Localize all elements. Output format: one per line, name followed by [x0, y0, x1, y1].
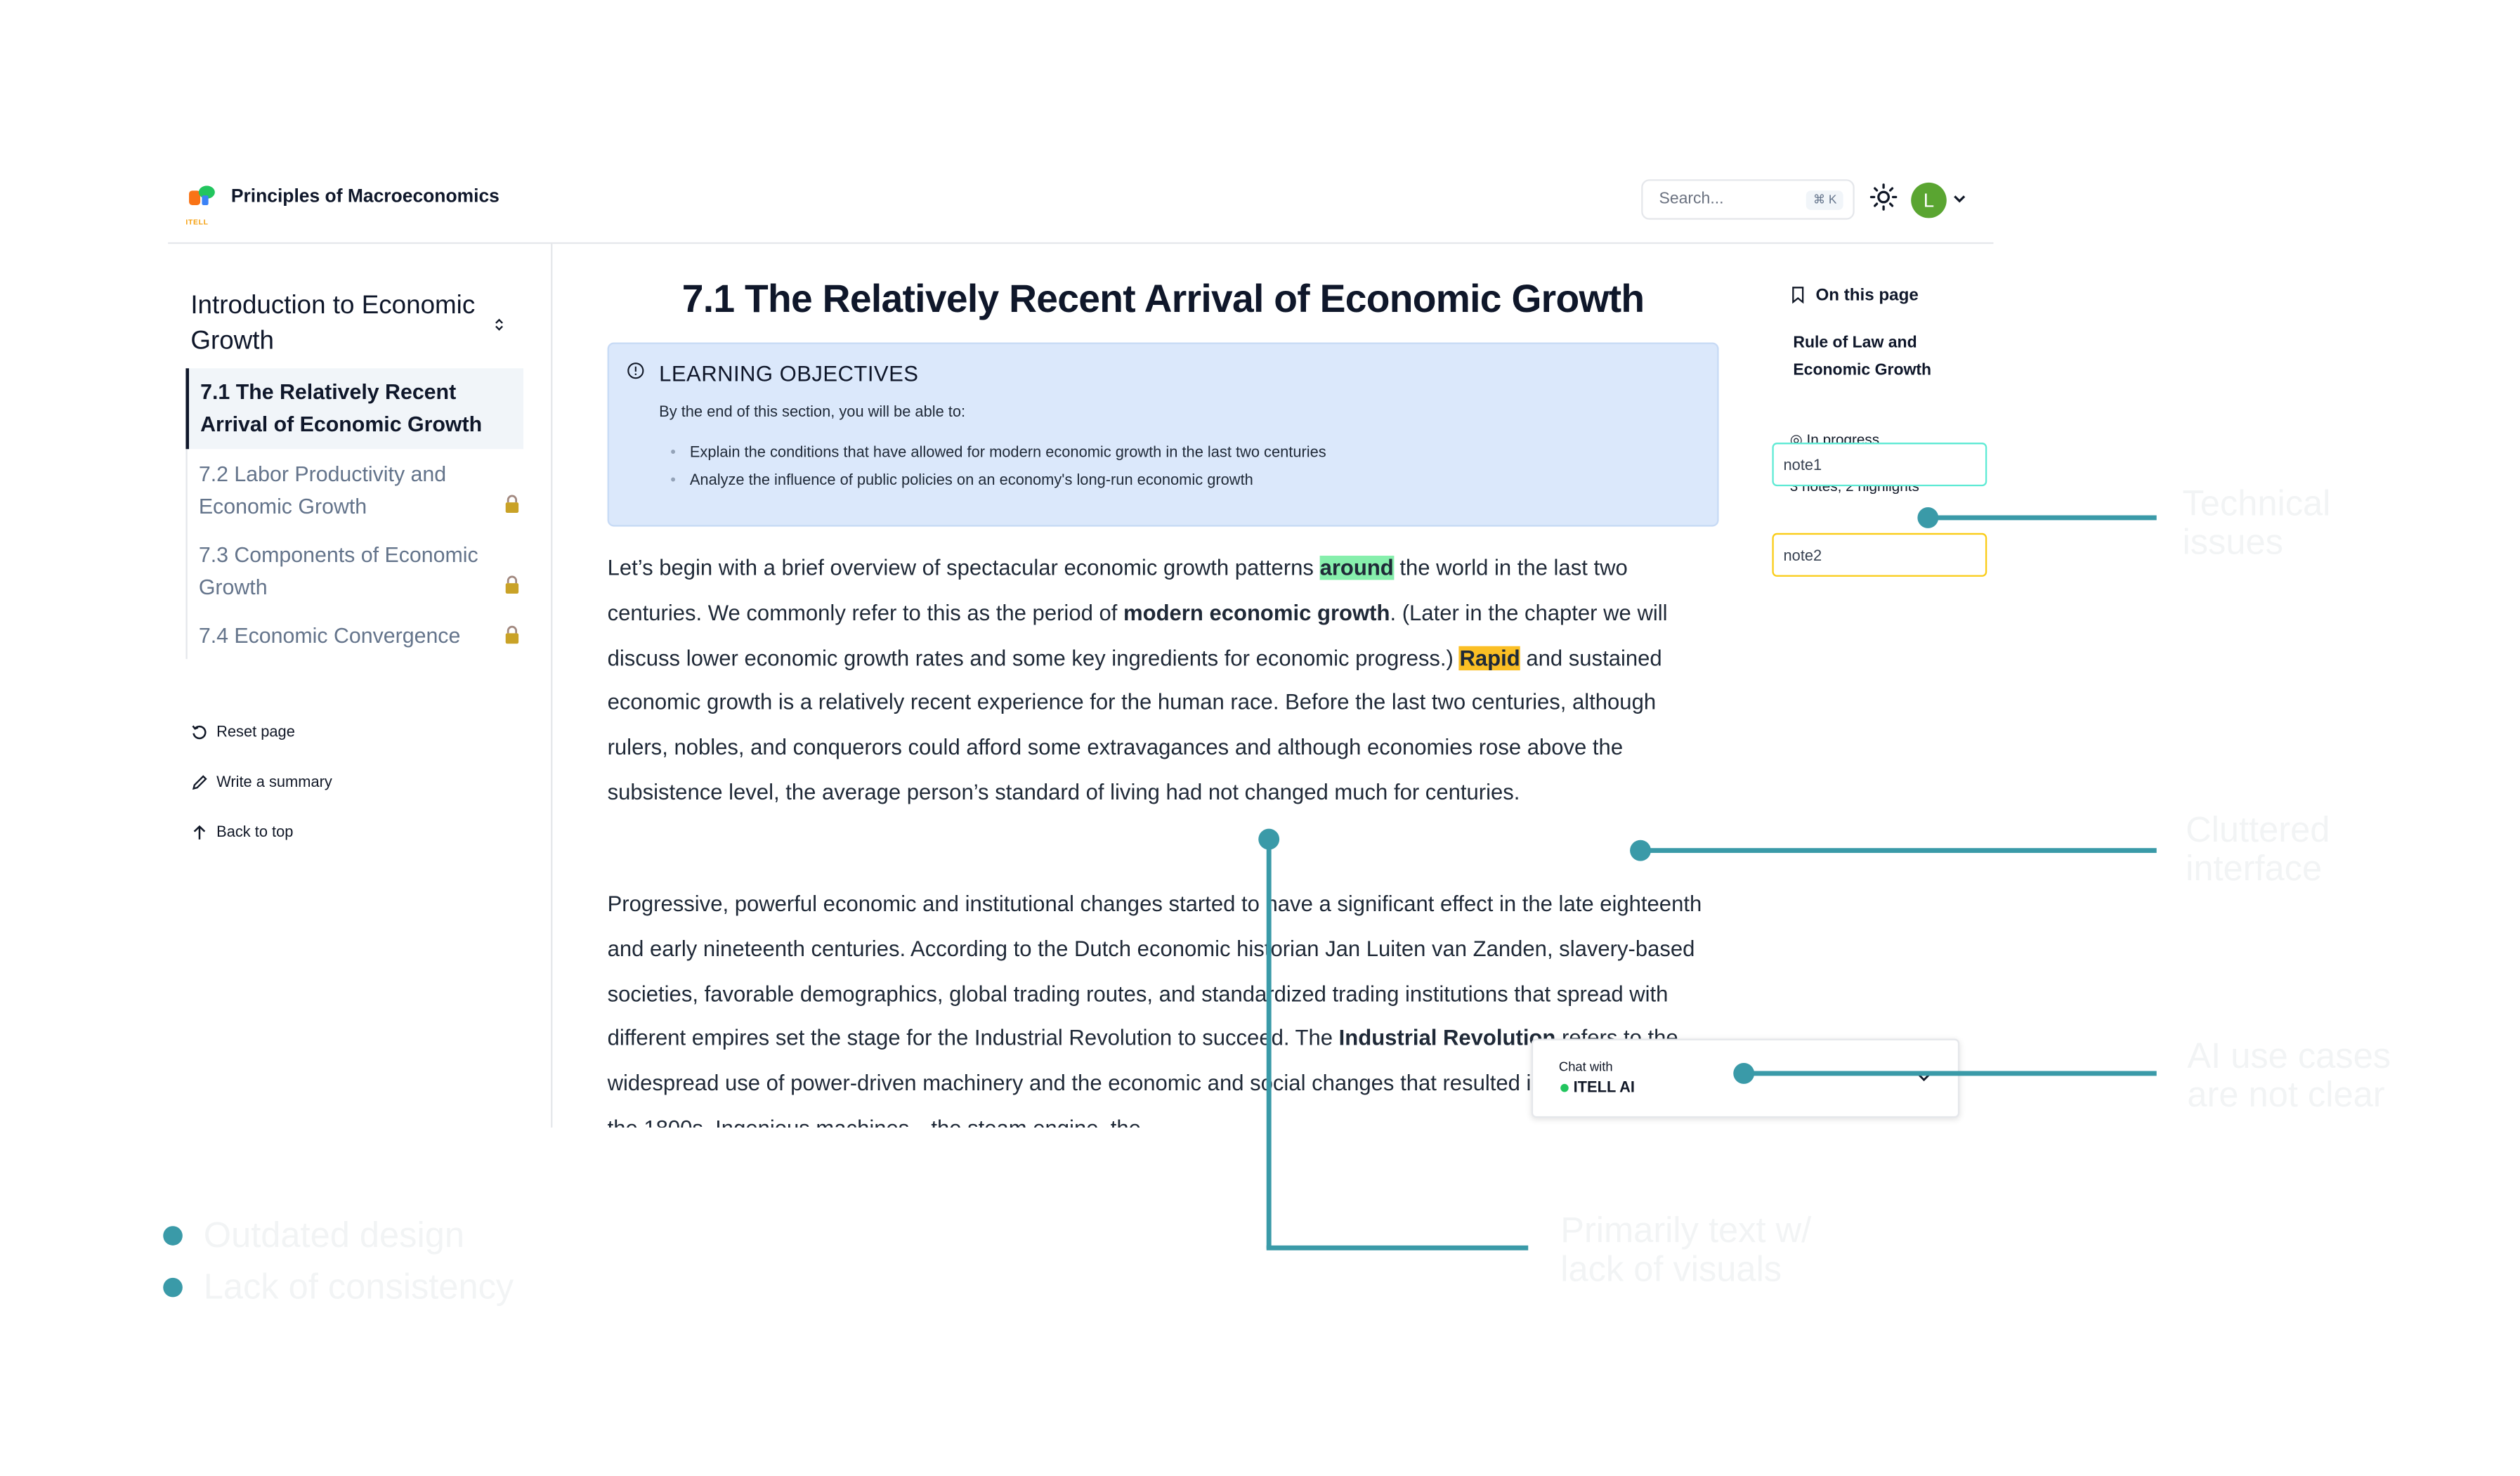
lock-icon [505, 495, 519, 514]
objective-item: Explain the conditions that have allowed… [670, 444, 1326, 462]
search-input[interactable] [1659, 187, 1796, 212]
sidebar-item-label: 7.3 Components of Economic Growth [198, 542, 478, 599]
chat-label: Chat with [1558, 1059, 1613, 1075]
legend-lack-of-consistency: Lack of consistency [203, 1266, 514, 1307]
toc-link-rule-of-law[interactable]: Rule of Law and Economic Growth [1793, 331, 1987, 384]
paragraph-1: Let’s begin with a brief overview of spe… [607, 555, 1668, 805]
sidebar-item-7-1[interactable]: 7.1 The Relatively Recent Arrival of Eco… [185, 368, 524, 450]
legend-dot [163, 1277, 183, 1298]
objectives-heading: LEARNING OBJECTIVES [659, 362, 919, 386]
chevron-down-icon[interactable] [1952, 190, 1968, 207]
highlight-green[interactable]: around [1319, 555, 1394, 580]
annotation-line [1266, 838, 1272, 1249]
chevron-up-down-icon[interactable] [492, 317, 505, 333]
app-header: ITELL Principles of Macroeconomics ⌘ K L [168, 166, 1994, 244]
sidebar-item-7-3[interactable]: 7.3 Components of Economic Growth [188, 540, 525, 603]
itell-logo-icon[interactable] [188, 184, 216, 220]
annotation-dot [1917, 506, 1939, 528]
page-title: 7.1 The Relatively Recent Arrival of Eco… [681, 277, 1645, 322]
info-circle-icon [627, 363, 644, 379]
section-list: 7.1 The Relatively Recent Arrival of Eco… [185, 368, 526, 660]
search-box[interactable]: ⌘ K [1641, 179, 1855, 220]
lock-icon [505, 625, 519, 644]
annotation-line [1641, 847, 2157, 852]
learning-objectives-box: LEARNING OBJECTIVES By the end of this s… [607, 342, 1719, 527]
annotation-dot [1733, 1062, 1755, 1083]
objective-item: Analyze the influence of public policies… [670, 471, 1253, 489]
reset-icon [192, 725, 207, 740]
sun-icon[interactable] [1869, 183, 1898, 211]
logo-text: ITELL [185, 218, 209, 226]
objectives-intro: By the end of this section, you will be … [659, 403, 966, 422]
annotation-technical-issues: Technical issues [2182, 483, 2331, 563]
legend-outdated-design: Outdated design [203, 1215, 465, 1255]
annotation-ai-use-cases: AI use cases are not clear [2187, 1035, 2391, 1115]
annotation-line [1928, 514, 2157, 520]
on-this-page-heading: On this page [1815, 285, 1919, 306]
key-term: modern economic growth [1123, 600, 1390, 625]
key-term: Industrial Revolution [1338, 1026, 1556, 1051]
online-status-dot [1560, 1083, 1569, 1092]
chapter-title[interactable]: Introduction to Economic Growth [190, 289, 481, 360]
highlight-yellow[interactable]: Rapid [1459, 645, 1520, 670]
bookmark-icon [1792, 287, 1804, 304]
annotation-cluttered-interface: Cluttered interface [2186, 809, 2330, 889]
annotation-dot [1630, 839, 1651, 861]
note-card[interactable]: note1 [1772, 443, 1987, 487]
annotation-dot [1258, 828, 1279, 849]
search-shortcut: ⌘ K [1806, 190, 1843, 210]
sidebar-item-7-2[interactable]: 7.2 Labor Productivity and Economic Grow… [188, 459, 525, 522]
sidebar-item-7-4[interactable]: 7.4 Economic Convergence [188, 620, 525, 652]
pencil-icon [192, 775, 207, 790]
annotation-line [1266, 1244, 1529, 1250]
annotation-line [1744, 1070, 2157, 1076]
user-avatar[interactable]: L [1911, 182, 1947, 218]
lock-icon [505, 575, 519, 594]
sidebar-item-label: 7.4 Economic Convergence [198, 623, 461, 648]
legend-dot [163, 1226, 183, 1246]
app-title[interactable]: Principles of Macroeconomics [231, 188, 500, 207]
chat-bot-name: ITELL AI [1573, 1078, 1635, 1097]
arrow-up-icon [193, 825, 206, 840]
sidebar-item-label: 7.1 The Relatively Recent Arrival of Eco… [200, 379, 483, 436]
sidebar-item-label: 7.2 Labor Productivity and Economic Grow… [198, 462, 447, 518]
note-card[interactable]: note2 [1772, 533, 1987, 577]
annotation-text-heavy: Primarily text w/ lack of visuals [1560, 1210, 1812, 1289]
